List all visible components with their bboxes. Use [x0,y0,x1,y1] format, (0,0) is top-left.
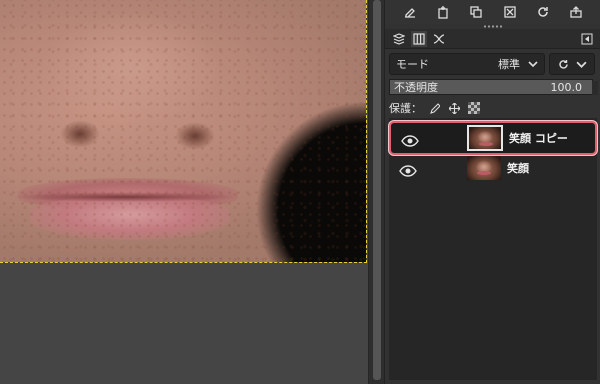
chevron-down-icon [528,59,538,69]
new-layer-icon[interactable] [436,5,450,19]
layer-mode-row: モード 標準 [389,53,597,75]
lock-pixels-icon[interactable] [428,102,440,114]
tab-paths[interactable] [431,31,447,47]
layer-thumbnail [467,156,501,180]
eye-icon[interactable] [401,132,419,147]
mode-value: 標準 [498,58,520,71]
lock-row: 保護： [389,100,597,116]
duplicate-layer-icon[interactable] [469,5,483,19]
layer-name[interactable]: 笑顔 [507,160,529,176]
edit-layer-attributes-icon[interactable] [403,5,417,19]
dock-menu-icon[interactable] [579,31,595,47]
scrollbar-thumb[interactable] [373,0,381,380]
chevron-down-icon [575,61,587,68]
lock-alpha-icon[interactable] [468,102,480,114]
lock-label: 保護： [389,102,422,115]
layer-list: 笑顔 コピー 笑顔 [389,118,597,380]
composite-mode-button[interactable] [549,53,595,75]
lock-position-icon[interactable] [448,102,460,114]
canvas-vertical-scrollbar[interactable] [368,0,384,384]
layer-name[interactable]: 笑顔 コピー [509,130,568,146]
eye-icon[interactable] [399,162,417,177]
opacity-value[interactable]: 100.0 [551,81,583,94]
opacity-label: 不透明度 [394,81,438,94]
image-canvas-area[interactable] [0,0,368,384]
layer-thumbnail [467,125,503,151]
dock-toolbar [385,0,600,24]
layers-dock: モード 標準 不透明度 100.0 保護： 笑顔 コピー 笑顔 [384,0,600,384]
layer-boundary [0,0,367,263]
reset-mode-icon [558,59,568,69]
export-icon[interactable] [569,5,583,19]
opacity-spinner[interactable] [592,81,598,95]
dock-tab-bar [385,29,600,49]
layer-row-selected[interactable]: 笑顔 コピー [389,121,597,155]
opacity-slider[interactable]: 不透明度 100.0 [389,79,598,95]
delete-layer-icon[interactable] [503,5,517,19]
tab-channels[interactable] [411,31,427,47]
layer-mode-select[interactable]: モード 標準 [389,53,545,75]
mode-label: モード [396,58,429,71]
reset-icon[interactable] [536,5,550,19]
tab-layers[interactable] [391,31,407,47]
layer-row[interactable]: 笑顔 [389,151,597,185]
dock-grip-handle[interactable] [483,25,503,28]
